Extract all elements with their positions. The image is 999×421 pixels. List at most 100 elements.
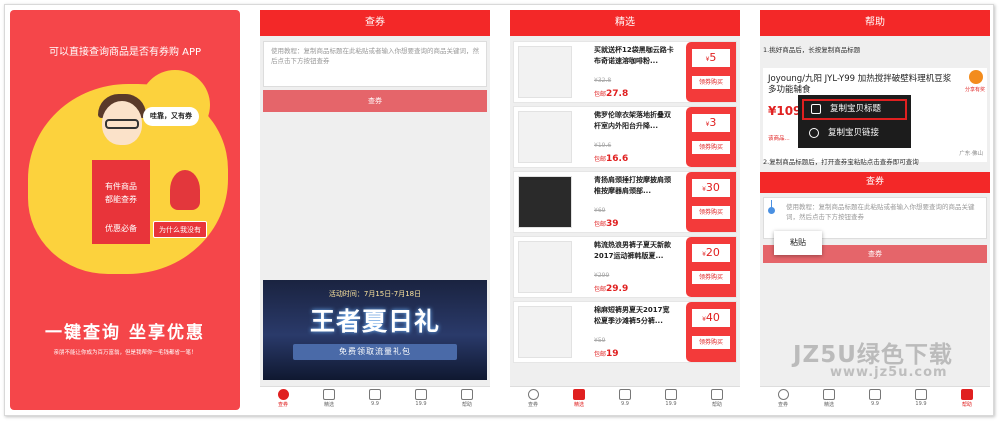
- tab-label: 精选: [323, 402, 334, 408]
- tab-19-9[interactable]: 19.9: [898, 387, 944, 410]
- help-step-2: 2.复制商品标题后，打开查券宝粘贴点击查券即可查询: [763, 158, 919, 166]
- tab-bar: 查券 精选 9.9 19.9 帮助: [760, 386, 990, 410]
- copy-link-label: 复制宝贝链接: [828, 128, 880, 138]
- tab-picks[interactable]: 精选: [306, 387, 352, 410]
- claim-coupon-button[interactable]: 领券购买: [692, 141, 730, 154]
- after-value: 29.9: [606, 284, 629, 294]
- banner-title: 王者夏日礼: [309, 307, 440, 336]
- product-name: 青扬肩颈捶打按摩披肩颈椎按摩器肩颈部...: [594, 176, 671, 195]
- after-value: 39: [606, 219, 619, 229]
- book-icon: [711, 389, 723, 400]
- claim-coupon-button[interactable]: 领券购买: [692, 271, 730, 284]
- product-item[interactable]: 佛罗伦晾衣架落地折叠双杆室内外阳台升降... ¥19.6 包邮16.6 ¥3 领…: [513, 106, 737, 168]
- product-item[interactable]: 青扬肩颈捶打按摩披肩颈椎按摩器肩颈部... ¥69 包邮39 ¥30 领券购买: [513, 171, 737, 233]
- paste-button[interactable]: 粘贴: [774, 231, 822, 255]
- coupon-tag: ¥20 领券购买: [686, 237, 736, 297]
- product-original-price: ¥32.8: [594, 77, 612, 84]
- coupon-tag: ¥30 领券购买: [686, 172, 736, 232]
- tab-label: 查券: [777, 402, 788, 408]
- red-box-line-1: 有件商品: [105, 182, 137, 191]
- query-button[interactable]: 查券: [263, 90, 487, 112]
- tab-9-9[interactable]: 9.9: [852, 387, 898, 410]
- search-input[interactable]: 使用教程：复制商品标题在此粘贴或者输入你想要查询的商品关键词，然后点击下方按钮查…: [263, 41, 487, 87]
- coupon-tag: ¥5 领券购买: [686, 42, 736, 102]
- product-item[interactable]: 买就送杯12袋黑咖云路卡布奇诺速溶咖啡粉... ¥32.8 包邮27.8 ¥5 …: [513, 41, 737, 103]
- tab-query[interactable]: 查券: [760, 387, 806, 410]
- tab-9-9[interactable]: 9.9: [352, 387, 398, 410]
- search-icon: [777, 389, 789, 400]
- watermark-url: www.jz5u.com: [830, 365, 948, 380]
- tab-help[interactable]: 帮助: [694, 387, 740, 410]
- tab-query[interactable]: 查券: [510, 387, 556, 410]
- product-item[interactable]: 棉麻短裤男夏天2017宽松夏季沙滩裤5分裤... ¥59 包邮19 ¥40 领券…: [513, 301, 737, 363]
- promo-banner[interactable]: 活动时间：7月15日-7月18日 王者夏日礼 免费领取流量礼包: [263, 280, 487, 380]
- slogan: 一键查询 坐享优惠: [45, 323, 205, 343]
- coupon-tag: ¥40 领券购买: [686, 302, 736, 362]
- after-label: 包邮: [594, 156, 607, 163]
- speech-bubble: 哇靠，又有券: [143, 107, 199, 126]
- tab-help[interactable]: 帮助: [944, 387, 990, 410]
- cart-icon: [619, 389, 631, 400]
- coupon-amount: 30: [705, 181, 720, 194]
- copy-title-menu-item[interactable]: 复制宝贝标题: [802, 99, 907, 120]
- tab-19-9[interactable]: 19.9: [398, 387, 444, 410]
- coupon-value: ¥5: [692, 49, 730, 67]
- link-icon: [809, 128, 819, 138]
- copy-link-menu-item[interactable]: 复制宝贝链接: [802, 123, 907, 144]
- search-icon: [527, 389, 539, 400]
- product-after-price: 包邮29.9: [594, 284, 628, 294]
- tab-help[interactable]: 帮助: [444, 387, 490, 410]
- product-item[interactable]: 韩流热浪男裤子夏天新款2017运动裤韩版夏... ¥299 包邮29.9 ¥20…: [513, 236, 737, 298]
- discount-row: 该商品...: [768, 136, 790, 142]
- claim-coupon-button[interactable]: 领券购买: [692, 206, 730, 219]
- product-thumbnail: [518, 306, 572, 358]
- tab-picks[interactable]: 精选: [556, 387, 602, 410]
- product-original-price: ¥69: [594, 207, 606, 214]
- book-icon: [461, 389, 473, 400]
- product-name: 买就送杯12袋黑咖云路卡布奇诺速溶咖啡粉...: [594, 46, 674, 65]
- search-icon: [277, 389, 289, 400]
- product-after-price: 包邮16.6: [594, 154, 628, 164]
- after-label: 包邮: [594, 221, 607, 228]
- red-character-illustration: [170, 170, 200, 210]
- location: 广东·佛山: [959, 151, 983, 157]
- claim-coupon-button[interactable]: 领券购买: [692, 76, 730, 89]
- claim-coupon-button[interactable]: 领券购买: [692, 336, 730, 349]
- bag-icon: [415, 389, 427, 400]
- product-thumbnail: [518, 111, 572, 163]
- tab-19-9[interactable]: 19.9: [648, 387, 694, 410]
- tab-label: 帮助: [961, 402, 972, 408]
- tab-query[interactable]: 查券: [260, 387, 306, 410]
- product-name: 佛罗伦晾衣架落地折叠双杆室内外阳台升降...: [594, 111, 671, 130]
- tab-picks[interactable]: 精选: [806, 387, 852, 410]
- picks-icon: [573, 389, 585, 400]
- tab-label: 帮助: [461, 402, 472, 408]
- coupon-value: ¥30: [692, 179, 730, 197]
- why-button: 为什么我没有: [153, 221, 207, 238]
- tab-label: 9.9: [871, 401, 879, 407]
- copy-icon: [811, 104, 821, 114]
- product-after-price: 包邮27.8: [594, 89, 628, 99]
- tab-label: 9.9: [621, 401, 629, 407]
- coupon-amount: 40: [705, 311, 720, 324]
- character-glasses: [105, 119, 139, 129]
- picks-screen: 精选 买就送杯12袋黑咖云路卡布奇诺速溶咖啡粉... ¥32.8 包邮27.8 …: [510, 10, 740, 410]
- product-after-price: 包邮39: [594, 219, 619, 229]
- product-thumbnail: [518, 46, 572, 98]
- text-cursor-handle[interactable]: [768, 207, 775, 214]
- product-original-price: ¥59: [594, 337, 606, 344]
- red-box-line-2: 都能查券: [105, 195, 137, 204]
- product-thumbnail: [518, 241, 572, 293]
- page-title: 精选: [510, 10, 740, 36]
- product-name: 棉麻短裤男夏天2017宽松夏季沙滩裤5分裤...: [594, 306, 670, 325]
- splash-yellow-blob-small: [140, 70, 210, 140]
- picks-icon: [323, 389, 335, 400]
- picks-icon: [823, 389, 835, 400]
- banner-subtitle: 免费领取流量礼包: [293, 344, 457, 360]
- tab-label: 19.9: [915, 401, 927, 407]
- tab-9-9[interactable]: 9.9: [602, 387, 648, 410]
- coupon-amount: 5: [709, 51, 717, 64]
- help-product-name[interactable]: Joyoung/九阳 JYL-Y99 加热搅拌破壁料理机豆浆多功能辅食: [768, 74, 958, 96]
- banner-date: 活动时间：7月15日-7月18日: [328, 290, 422, 298]
- gift-icon: [969, 70, 983, 84]
